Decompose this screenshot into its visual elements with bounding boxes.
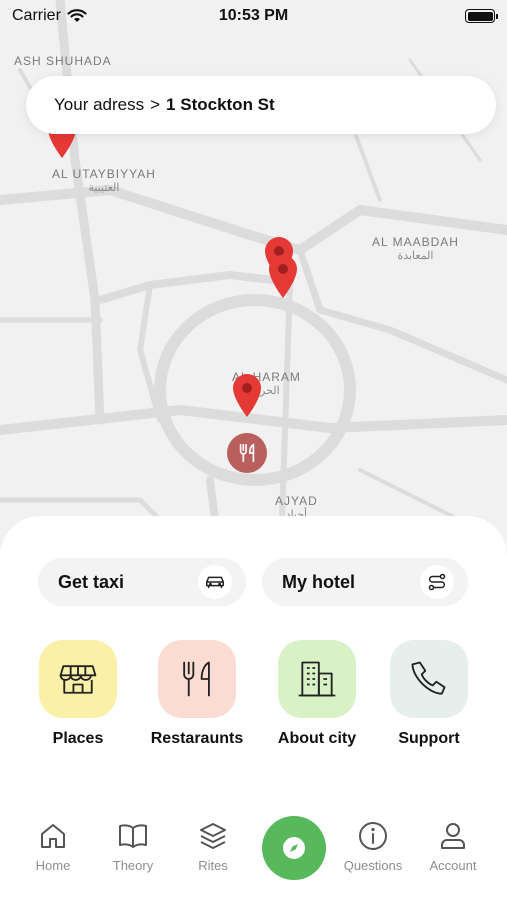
map-pin[interactable] bbox=[230, 371, 264, 417]
fork-knife-icon bbox=[183, 661, 210, 697]
my-hotel-label: My hotel bbox=[282, 571, 356, 592]
carrier-label: Carrier bbox=[12, 7, 61, 24]
clock: 10:53 PM bbox=[218, 7, 289, 24]
category-about-city[interactable]: About city bbox=[257, 640, 377, 748]
buildings-icon bbox=[298, 661, 336, 697]
my-hotel-button[interactable]: My hotel bbox=[262, 558, 468, 606]
map-label-al-utaybiyyah: AL UTAYBIYYAH العتيبية bbox=[52, 167, 156, 194]
address-separator: > bbox=[150, 95, 161, 114]
home-icon bbox=[41, 824, 65, 848]
category-restaurants-label: Restaraunts bbox=[150, 730, 244, 747]
get-taxi-label: Get taxi bbox=[58, 571, 125, 592]
category-about-city-box bbox=[278, 640, 356, 718]
tab-home-label: Home bbox=[35, 858, 71, 873]
wifi-icon bbox=[67, 9, 87, 22]
category-support-box bbox=[390, 640, 468, 718]
phone-icon bbox=[411, 661, 446, 695]
tab-questions-label: Questions bbox=[343, 858, 403, 873]
user-icon bbox=[441, 823, 465, 849]
get-taxi-button[interactable]: Get taxi bbox=[38, 558, 246, 606]
address-bar[interactable]: Your adress > 1 Stockton St bbox=[26, 76, 496, 134]
tab-theory-label: Theory bbox=[112, 858, 154, 873]
tab-questions[interactable]: Questions bbox=[333, 820, 413, 873]
fork-knife-icon bbox=[239, 443, 255, 463]
layers-icon bbox=[200, 823, 226, 849]
tab-rites[interactable]: Rites bbox=[173, 820, 253, 873]
compass-icon bbox=[283, 837, 305, 859]
info-icon bbox=[359, 822, 387, 850]
map-pin[interactable] bbox=[266, 252, 300, 298]
book-icon bbox=[119, 824, 147, 848]
store-icon bbox=[59, 665, 97, 694]
category-support[interactable]: Support bbox=[369, 640, 489, 748]
tab-account[interactable]: Account bbox=[413, 820, 493, 873]
address-street: 1 Stockton St bbox=[166, 95, 275, 114]
battery-icon bbox=[465, 9, 498, 23]
category-places-box bbox=[39, 640, 117, 718]
tab-home[interactable]: Home bbox=[13, 820, 93, 873]
category-restaurants-box bbox=[158, 640, 236, 718]
status-bar: Carrier 10:53 PM bbox=[0, 0, 507, 32]
category-places-label: Places bbox=[52, 730, 104, 747]
map-label-al-maabdah: AL MAABDAH المعابدة bbox=[372, 235, 459, 262]
route-icon bbox=[428, 573, 446, 591]
tab-theory[interactable]: Theory bbox=[93, 820, 173, 873]
category-about-city-label: About city bbox=[277, 730, 357, 747]
tab-rites-label: Rites bbox=[198, 858, 228, 873]
category-restaurants[interactable]: Restaraunts bbox=[137, 640, 257, 748]
map-label-ash-shuhada: ASH SHUHADA bbox=[14, 54, 112, 68]
explore-button[interactable] bbox=[262, 816, 326, 880]
restaurant-map-marker[interactable] bbox=[227, 433, 267, 473]
car-icon bbox=[206, 576, 224, 589]
category-support-label: Support bbox=[398, 730, 460, 747]
tab-account-label: Account bbox=[429, 858, 477, 873]
address-prefix: Your adress bbox=[54, 95, 145, 114]
category-places[interactable]: Places bbox=[18, 640, 138, 748]
